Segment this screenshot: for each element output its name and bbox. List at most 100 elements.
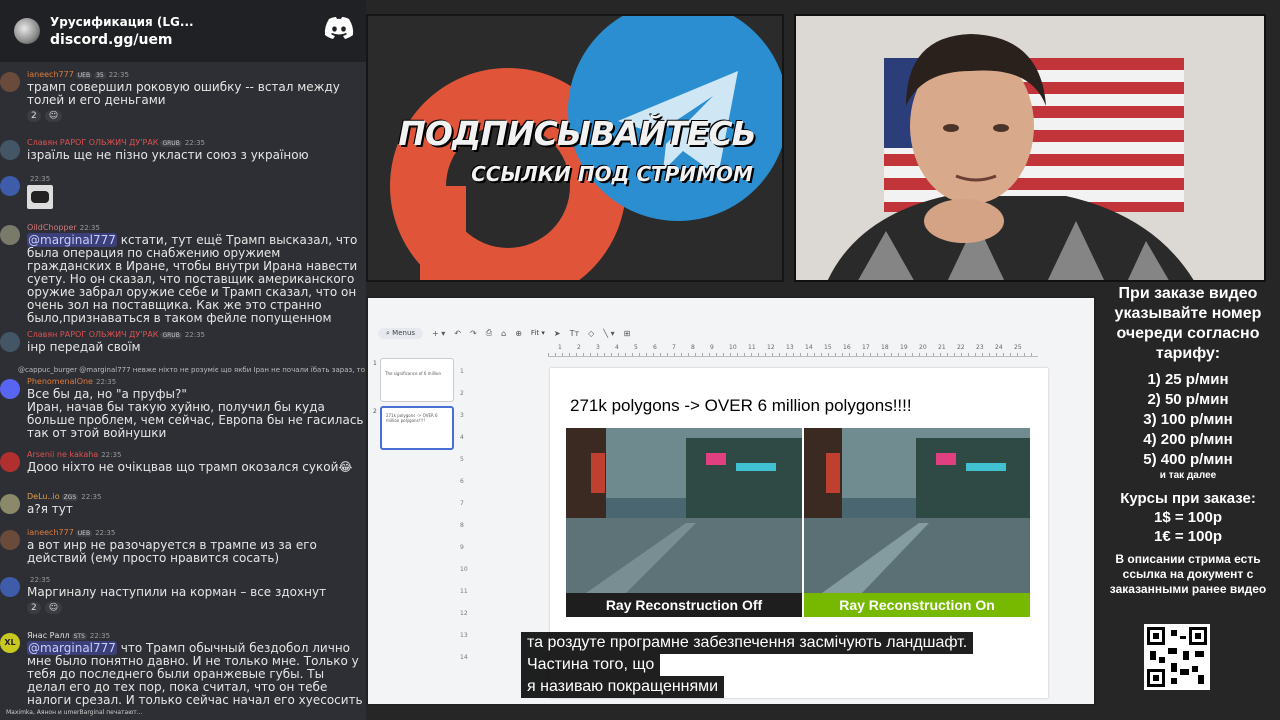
timestamp: 22:35 bbox=[101, 451, 122, 459]
user-avatar[interactable] bbox=[0, 379, 20, 399]
user-avatar[interactable] bbox=[0, 140, 20, 160]
user-avatar[interactable] bbox=[0, 332, 20, 352]
role-badge: GRUB bbox=[160, 332, 182, 339]
add-icon[interactable]: + ▾ bbox=[432, 329, 445, 338]
user-avatar[interactable] bbox=[0, 225, 20, 245]
message-text: @marginal777 кстати, тут ещё Трамп выска… bbox=[27, 233, 362, 325]
tariff-list: 1) 25 р/мин 2) 50 р/мин 3) 100 р/мин 4) … bbox=[1096, 370, 1280, 470]
user-avatar[interactable]: XL bbox=[0, 633, 20, 653]
username[interactable]: Янас Ралл bbox=[27, 631, 70, 640]
text-box-icon[interactable]: Tт bbox=[570, 329, 580, 338]
username[interactable]: ianeech777 bbox=[27, 528, 74, 537]
exchange-rates: Курсы при заказе: 1$ = 100р 1€ = 100р bbox=[1096, 489, 1280, 546]
rate-item: 1$ = 100р bbox=[1154, 509, 1222, 526]
timestamp: 22:35 bbox=[30, 576, 51, 584]
reply-preview[interactable]: @cappuc_burger @marginal777 невже ніхто … bbox=[18, 366, 366, 374]
message-text: ізраїль ще не пізно укласти союз з украї… bbox=[27, 148, 309, 162]
subtitle-line: та роздуте програмне забезпечення засміч… bbox=[521, 632, 974, 654]
zoom-icon[interactable]: ⊕ bbox=[515, 329, 522, 338]
timestamp: 22:35 bbox=[184, 139, 205, 147]
message-text: Дооо ніхто не очікцвав що трамп окозался… bbox=[27, 460, 353, 474]
timestamp: 22:35 bbox=[79, 224, 100, 232]
comment-icon[interactable]: ⊞ bbox=[624, 329, 631, 338]
timestamp: 22:35 bbox=[108, 71, 129, 79]
zoom-select[interactable]: Fit ▾ bbox=[531, 329, 545, 337]
user-avatar[interactable] bbox=[0, 577, 20, 597]
message-text: а?я тут bbox=[27, 502, 73, 516]
role-badge: 35 bbox=[94, 72, 106, 79]
slide-number: 1 bbox=[373, 360, 377, 367]
message-text: @marginal777 что Трамп обычный бездобол … bbox=[27, 641, 363, 707]
user-mention[interactable]: @marginal777 bbox=[27, 233, 117, 247]
banner-title: ПОДПИСЫВАЙТЕСЬ bbox=[398, 114, 756, 153]
user-mention[interactable]: @marginal777 bbox=[27, 641, 117, 655]
order-info-panel: При заказе видео указывайте номер очеред… bbox=[1096, 284, 1280, 720]
tariff-item: 5) 400 р/мин bbox=[1143, 451, 1233, 468]
line-icon[interactable]: ╲ ▾ bbox=[603, 329, 614, 338]
role-badge: UEB bbox=[75, 72, 93, 79]
slide-filmstrip: 1 The significance of 6 million 2 271k p… bbox=[368, 352, 458, 704]
role-badge: UEB bbox=[75, 530, 93, 537]
paint-format-icon[interactable]: ⌂ bbox=[501, 329, 506, 338]
server-header[interactable]: Урусификация (LG... discord.gg/uem bbox=[0, 0, 366, 62]
slides-editor-window: ⌕ Menus + ▾ ↶ ↷ ⎙ ⌂ ⊕ Fit ▾ ➤ Tт ◇ ╲ ▾ ⊞… bbox=[366, 296, 1096, 706]
ray-reconstruction-on-label: Ray Reconstruction On bbox=[804, 593, 1030, 617]
menus-search[interactable]: ⌕ Menus bbox=[378, 327, 424, 339]
subtitle-line: я називаю покращеннями bbox=[521, 676, 725, 698]
qr-code-icon[interactable] bbox=[1144, 624, 1210, 690]
slide-title[interactable]: 271k polygons -> OVER 6 million polygons… bbox=[570, 396, 912, 416]
username[interactable]: DeLu..io bbox=[27, 492, 60, 501]
username[interactable]: ianeech777 bbox=[27, 70, 74, 79]
user-avatar[interactable] bbox=[0, 494, 20, 514]
tariff-item: 1) 25 р/мин bbox=[1147, 371, 1229, 388]
shape-icon[interactable]: ◇ bbox=[588, 329, 594, 338]
vertical-ruler: 1 2 3 4 5 6 7 8 9 10 11 12 13 14 bbox=[460, 368, 468, 661]
editor-toolbar: ⌕ Menus + ▾ ↶ ↷ ⎙ ⌂ ⊕ Fit ▾ ➤ Tт ◇ ╲ ▾ ⊞ bbox=[368, 322, 1094, 344]
discord-logo-icon bbox=[324, 17, 354, 39]
username[interactable]: PhenomenalOne bbox=[27, 377, 93, 386]
tariff-note: и так далее bbox=[1159, 470, 1217, 481]
user-avatar[interactable] bbox=[0, 530, 20, 550]
role-badge: GRUB bbox=[160, 140, 182, 147]
ray-reconstruction-off-label: Ray Reconstruction Off bbox=[566, 593, 802, 617]
ray-reconstruction-on-image bbox=[804, 428, 1030, 593]
username[interactable]: Славян РАРОГ ОЛЬЖИЧ ДУ'РАК bbox=[27, 330, 158, 339]
ray-reconstruction-off-image bbox=[566, 428, 802, 593]
message-text: а вот инр не разочаруется в трампе из за… bbox=[27, 538, 321, 565]
print-icon[interactable]: ⎙ bbox=[486, 328, 492, 338]
redo-icon[interactable]: ↷ bbox=[470, 329, 477, 338]
banner-subtitle: ССЫЛКИ ПОД СТРИМОМ bbox=[471, 162, 753, 186]
slide-thumbnail[interactable]: The significance of 6 million bbox=[380, 358, 454, 402]
message-text: трамп совершил роковую ошибку -- встал м… bbox=[27, 80, 344, 107]
order-instructions: При заказе видео указывайте номер очеред… bbox=[1114, 285, 1262, 362]
timestamp: 22:35 bbox=[89, 632, 111, 640]
reaction[interactable]: ☺ bbox=[44, 110, 63, 122]
sticker-image bbox=[27, 185, 53, 209]
reaction[interactable]: ☺ bbox=[44, 602, 63, 614]
description-note: В описании стрима есть ссылка на докумен… bbox=[1109, 552, 1267, 596]
rate-item: 1€ = 100р bbox=[1154, 528, 1222, 545]
tariff-item: 4) 200 р/мин bbox=[1143, 431, 1233, 448]
webcam-image bbox=[796, 16, 1264, 280]
message-text: інр передай своїм bbox=[27, 340, 141, 354]
role-badge: STS bbox=[71, 633, 87, 640]
slide-thumbnail-active[interactable]: 271k polygons -> OVER 6 million polygons… bbox=[380, 406, 454, 450]
username[interactable]: OildChopper bbox=[27, 223, 77, 232]
username[interactable]: Славян РАРОГ ОЛЬЖИЧ ДУ'РАК bbox=[27, 138, 158, 147]
server-icon bbox=[14, 18, 40, 44]
message-text: Все бы да, но "а пруфы?" Иран, начав бы … bbox=[27, 387, 364, 440]
stream-layout: Урусификация (LG... discord.gg/uem ianee… bbox=[0, 0, 1280, 720]
timestamp: 22:35 bbox=[81, 493, 102, 501]
user-avatar[interactable] bbox=[0, 72, 20, 92]
server-name: Урусификация (LG... bbox=[50, 14, 194, 29]
user-avatar[interactable] bbox=[0, 452, 20, 472]
reaction[interactable]: 2 bbox=[27, 602, 41, 614]
reaction[interactable]: 2 bbox=[27, 110, 41, 122]
timestamp: 22:35 bbox=[95, 529, 116, 537]
user-avatar[interactable] bbox=[0, 176, 20, 196]
ruler-ticks bbox=[548, 353, 1038, 357]
select-cursor-icon[interactable]: ➤ bbox=[554, 329, 561, 338]
undo-icon[interactable]: ↶ bbox=[454, 329, 461, 338]
server-invite[interactable]: discord.gg/uem bbox=[50, 32, 194, 48]
username[interactable]: Arsenii ne kakaha bbox=[27, 450, 98, 459]
